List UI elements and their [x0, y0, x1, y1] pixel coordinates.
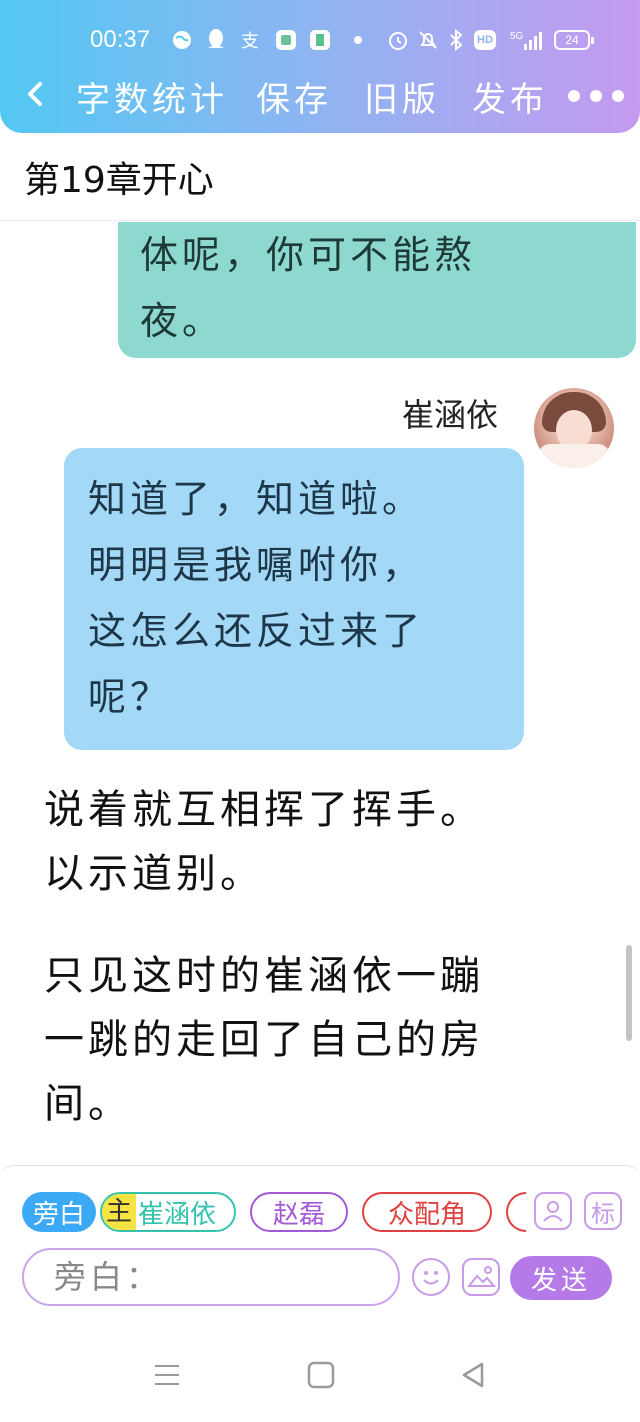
narration-paragraph[interactable]: 只见这时的崔涵依一蹦 一跳的走回了自己的房 间。 [44, 944, 604, 1136]
status-bar: 00:37 支 HD 5G 24 [0, 22, 640, 62]
role-chip-partial[interactable] [506, 1192, 526, 1232]
role-name: 崔涵依 [138, 1199, 217, 1230]
compose-panel: 旁白 主 崔涵依 赵磊 众配角 标 发送 [0, 1165, 640, 1315]
message-text: 体呢，你可不能熬 夜。 [140, 233, 477, 343]
message-input[interactable] [22, 1248, 400, 1306]
role-chip-main[interactable]: 主 崔涵依 [100, 1192, 236, 1232]
role-chip-zhao[interactable]: 赵磊 [250, 1192, 348, 1232]
avatar[interactable] [534, 388, 614, 468]
signal-5g-icon: 5G [510, 28, 546, 52]
publish-button[interactable]: 发布 [472, 72, 548, 121]
dot-icon [346, 28, 370, 52]
speaker-name: 崔涵依 [402, 396, 499, 434]
alarm-icon [386, 28, 410, 52]
battery-icon: 24 [554, 30, 594, 50]
app-book-icon [308, 28, 332, 52]
svg-text:5G: 5G [510, 31, 524, 42]
message-bubble-main[interactable]: 知道了，知道啦。 明明是我嘱咐你， 这怎么还反过来了 呢？ [64, 448, 524, 750]
header: 00:37 支 HD 5G 24 字数统计 保存 旧版 发布 [0, 0, 640, 133]
role-chip-supporting[interactable]: 众配角 [362, 1192, 492, 1232]
role-chip-narrator[interactable]: 旁白 [22, 1192, 96, 1232]
old-version-button[interactable]: 旧版 [364, 72, 440, 121]
mute-icon [416, 28, 440, 52]
app-square-icon [274, 28, 298, 52]
main-role-tag: 主 [102, 1194, 137, 1230]
status-time: 00:37 [90, 26, 151, 53]
bluetooth-icon [444, 28, 468, 52]
word-count-button[interactable]: 字数统计 [76, 72, 228, 121]
browser-icon [170, 28, 194, 52]
hd-icon: HD [474, 30, 496, 50]
chapter-title[interactable]: 第19章开心 [24, 151, 214, 203]
save-button[interactable]: 保存 [256, 72, 332, 121]
toolbar: 字数统计 保存 旧版 发布 [0, 68, 640, 122]
emoji-icon[interactable] [412, 1258, 450, 1296]
back-icon[interactable] [20, 74, 50, 114]
system-nav-bar [0, 1316, 640, 1422]
character-manager-icon[interactable] [534, 1192, 572, 1230]
home-icon[interactable] [306, 1360, 336, 1394]
menu-icon[interactable] [152, 1360, 182, 1394]
qq-icon [204, 28, 228, 52]
alipay-icon: 支 [241, 31, 259, 52]
back-nav-icon[interactable] [458, 1360, 488, 1394]
narration-paragraph[interactable]: 说着就互相挥了挥手。 以示道别。 [44, 778, 604, 906]
scrollbar[interactable] [626, 945, 632, 1041]
chapter-header: 第19章开心 [0, 133, 640, 221]
message-bubble-partner[interactable]: 体呢，你可不能熬 夜。 [118, 222, 636, 358]
message-text: 知道了，知道啦。 明明是我嘱咐你， 这怎么还反过来了 呢？ [88, 477, 425, 719]
more-icon[interactable] [568, 90, 628, 104]
mark-button[interactable]: 标 [584, 1192, 622, 1230]
story-content[interactable]: 体呢，你可不能熬 夜。 崔涵依 知道了，知道啦。 明明是我嘱咐你， 这怎么还反过… [0, 222, 640, 1167]
image-icon[interactable] [462, 1258, 500, 1296]
send-button[interactable]: 发送 [510, 1256, 612, 1300]
